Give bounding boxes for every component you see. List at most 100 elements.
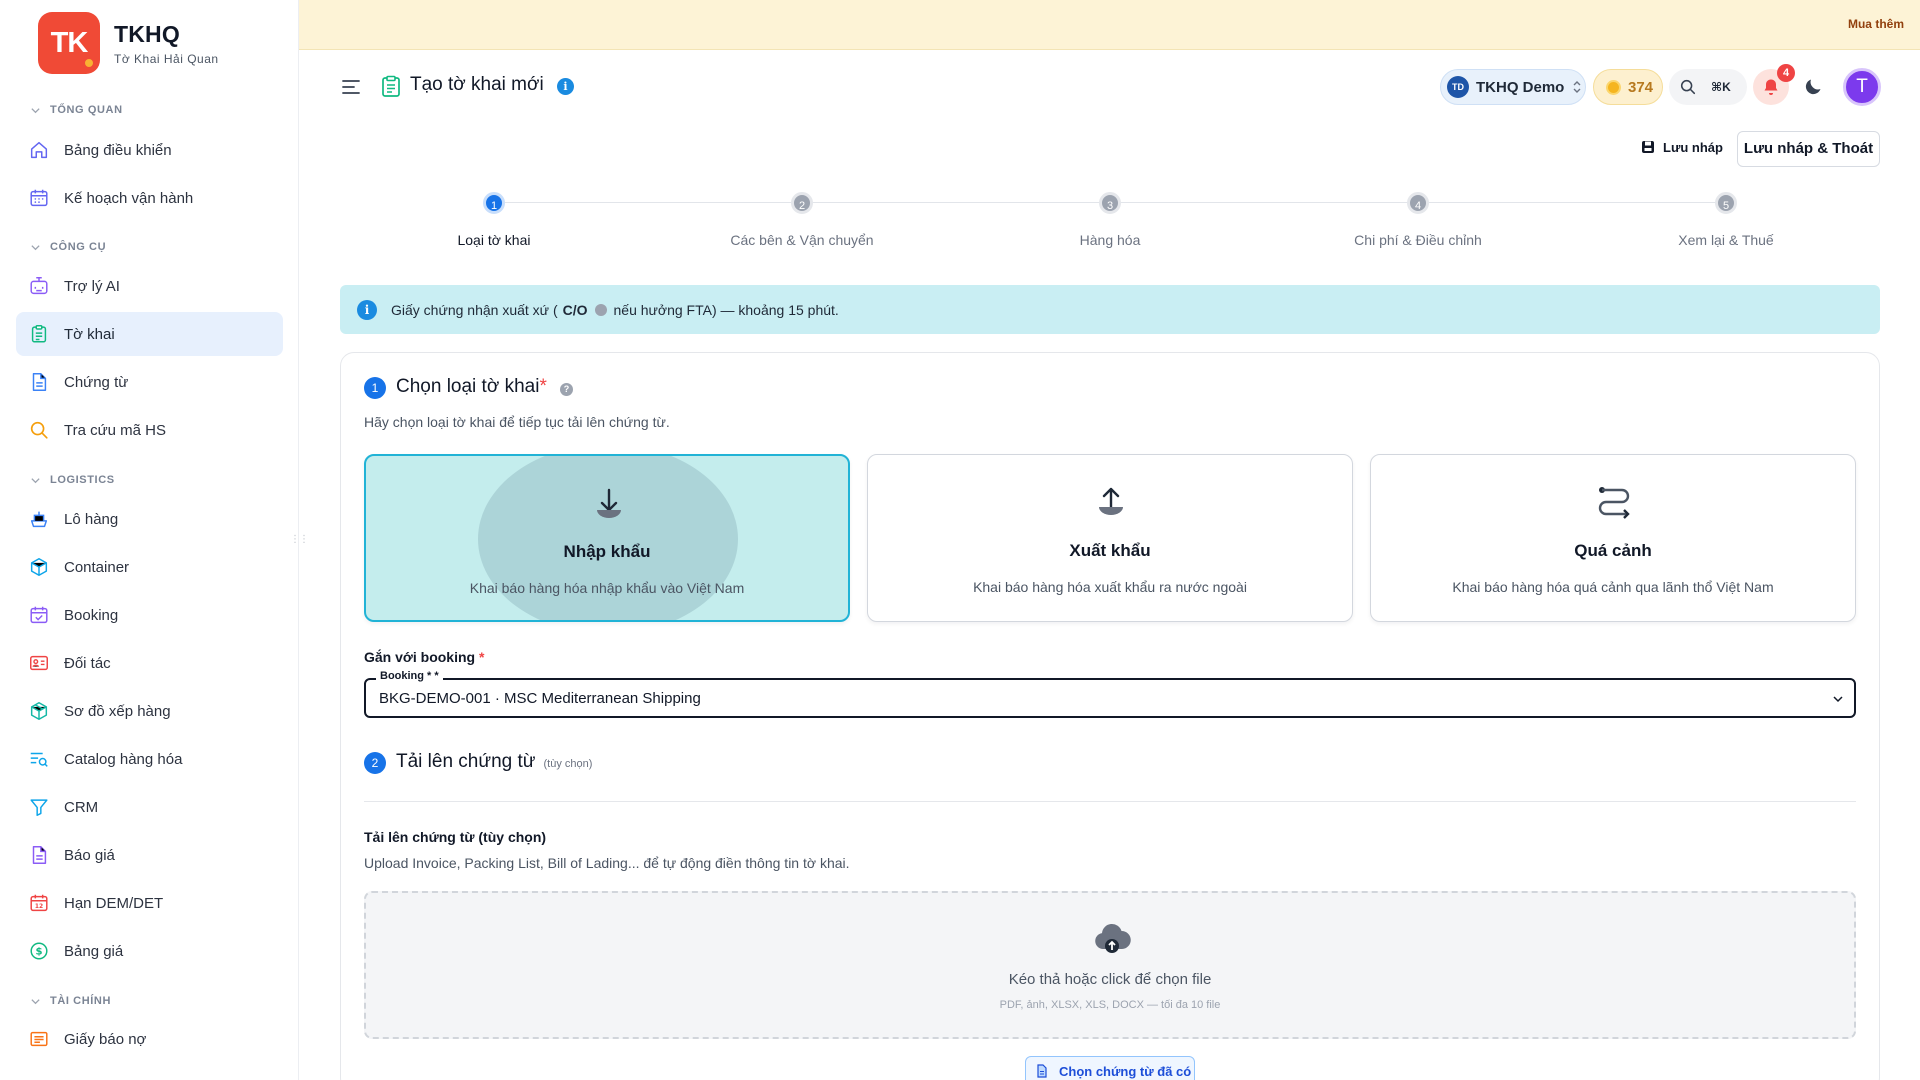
sidebar-item-ops-plan[interactable]: Kế hoạch vận hành bbox=[16, 176, 283, 220]
option-title: Quá cảnh bbox=[1574, 541, 1652, 560]
sidebar-item-quotes[interactable]: Báo giá bbox=[16, 833, 283, 877]
avatar[interactable]: T bbox=[1843, 68, 1881, 106]
step-2-label[interactable]: Các bên & Vận chuyển bbox=[677, 232, 927, 248]
option-title: Nhập khẩu bbox=[563, 542, 651, 561]
sidebar-item-ai-assistant[interactable]: Trợ lý AI bbox=[16, 264, 283, 308]
package-icon bbox=[30, 702, 48, 720]
sidebar-item-label: CRM bbox=[64, 798, 99, 816]
save-draft-button[interactable]: Lưu nháp bbox=[1640, 139, 1723, 155]
sidebar-item-label: Sơ đồ xếp hàng bbox=[64, 702, 171, 720]
sidebar-item-label: Báo giá bbox=[64, 846, 115, 864]
sidebar-item-label: Tờ khai bbox=[64, 325, 115, 343]
alert-suffix: nếu hưởng FTA) — khoảng 15 phút. bbox=[613, 301, 839, 318]
sidebar-item-declarations[interactable]: Tờ khai bbox=[16, 312, 283, 356]
file-icon bbox=[1037, 1064, 1047, 1078]
funnel-icon bbox=[30, 799, 48, 816]
brand-name: TKHQ bbox=[114, 20, 180, 47]
dollar-circle-icon: $ bbox=[30, 942, 48, 960]
drop-text: Kéo thả hoặc click để chọn file bbox=[1008, 971, 1212, 988]
section-overview[interactable]: TỔNG QUAN bbox=[30, 104, 123, 116]
top-banner: Mua thêm bbox=[299, 0, 1920, 50]
logo-text: TK bbox=[50, 26, 89, 59]
brand[interactable]: TK TKHQ Tờ Khai Hải Quan bbox=[38, 12, 219, 74]
help-icon[interactable] bbox=[594, 303, 607, 316]
step-5-label[interactable]: Xem lại & Thuế bbox=[1601, 232, 1851, 248]
sidebar-item-dem-det[interactable]: 12 Hạn DEM/DET bbox=[16, 881, 283, 925]
sidebar-item-label: Booking bbox=[64, 606, 119, 624]
sidebar-item-price-list[interactable]: $ Bảng giá bbox=[16, 929, 283, 973]
option-import[interactable]: Nhập khẩu Khai báo hàng hóa nhập khẩu và… bbox=[364, 454, 850, 622]
save-exit-button[interactable]: Lưu nháp & Thoát bbox=[1737, 131, 1880, 167]
calendar-check-icon bbox=[30, 606, 48, 624]
step-5-dot[interactable]: 5 bbox=[1715, 192, 1737, 214]
required-mark: * bbox=[539, 376, 547, 397]
booking-legend: Booking * * bbox=[376, 670, 443, 682]
sidebar-resize-handle[interactable]: ⋮⋮ bbox=[290, 534, 309, 545]
sidebar: TK TKHQ Tờ Khai Hải Quan TỔNG QUAN Bảng … bbox=[0, 0, 309, 1080]
step-3-label[interactable]: Hàng hóa bbox=[985, 232, 1235, 248]
calendar-icon bbox=[30, 189, 48, 207]
save-icon bbox=[1642, 141, 1654, 153]
pick-existing-docs-button[interactable]: Chọn chứng từ đã có bbox=[1025, 1056, 1195, 1080]
sidebar-item-partners[interactable]: Đối tác bbox=[16, 641, 283, 685]
booking-value: BKG-DEMO-001 · MSC Mediterranean Shippin… bbox=[379, 690, 701, 707]
sidebar-item-booking[interactable]: Booking bbox=[16, 593, 283, 637]
step-1-label[interactable]: Loại tờ khai bbox=[369, 232, 619, 248]
moon-icon[interactable] bbox=[1803, 75, 1825, 97]
section-finance[interactable]: TÀI CHÍNH bbox=[30, 995, 111, 1007]
sidebar-item-label: Đối tác bbox=[64, 654, 111, 672]
chevron-down-icon bbox=[31, 998, 40, 1004]
file-dropzone[interactable]: Kéo thả hoặc click để chọn file PDF, ảnh… bbox=[364, 891, 1856, 1039]
option-export[interactable]: Xuất khẩu Khai báo hàng hóa xuất khẩu ra… bbox=[867, 454, 1353, 622]
chevron-down-icon bbox=[31, 477, 40, 483]
svg-text:12: 12 bbox=[35, 903, 43, 910]
coin-icon bbox=[1606, 79, 1621, 95]
step-1-dot[interactable]: 1 bbox=[483, 192, 505, 214]
info-alert: i Giấy chứng nhận xuất xứ ( C/O nếu hưởn… bbox=[340, 285, 1880, 334]
menu-icon[interactable] bbox=[340, 76, 362, 98]
help-icon[interactable]: ? bbox=[560, 383, 573, 396]
bot-icon bbox=[30, 277, 48, 295]
info-icon[interactable]: i bbox=[557, 78, 574, 95]
sidebar-item-debit-notes[interactable]: Giấy báo nợ bbox=[16, 1017, 283, 1061]
step-2-dot[interactable]: 2 bbox=[791, 192, 813, 214]
alert-bold: C/O bbox=[562, 301, 588, 318]
sidebar-item-catalog[interactable]: Catalog hàng hóa bbox=[16, 737, 283, 781]
sidebar-item-crm[interactable]: CRM bbox=[16, 785, 283, 829]
section-label: TÀI CHÍNH bbox=[50, 995, 112, 1007]
sidebar-item-hs-lookup[interactable]: Tra cứu mã HS bbox=[16, 408, 283, 452]
sidebar-item-shipments[interactable]: Lô hàng bbox=[16, 497, 283, 541]
global-search-button[interactable]: ⌘K bbox=[1669, 69, 1747, 105]
sidebar-item-container[interactable]: Container bbox=[16, 545, 283, 589]
document-icon bbox=[32, 846, 47, 864]
option-title: Xuất khẩu bbox=[1069, 541, 1151, 560]
section-description: Hãy chọn loại tờ khai để tiếp tục tải lê… bbox=[364, 414, 670, 430]
search-icon bbox=[1680, 79, 1696, 95]
sidebar-item-dashboard[interactable]: Bảng điều khiển bbox=[16, 128, 283, 172]
section-hint: (tùy chọn) bbox=[543, 758, 593, 770]
sidebar-item-documents[interactable]: Chứng từ bbox=[16, 360, 283, 404]
section-number: 1 bbox=[364, 377, 386, 399]
step-4-dot[interactable]: 4 bbox=[1407, 192, 1429, 214]
option-description: Khai báo hàng hóa quá cảnh qua lãnh thổ … bbox=[1452, 579, 1774, 595]
page-title: Tạo tờ khai mới bbox=[410, 74, 544, 95]
credits-badge[interactable]: 374 bbox=[1593, 69, 1663, 105]
receipt-icon bbox=[30, 1031, 48, 1047]
step-3-dot[interactable]: 3 bbox=[1099, 192, 1121, 214]
upload-icon bbox=[1099, 487, 1123, 515]
section-logistics[interactable]: LOGISTICS bbox=[30, 474, 115, 486]
sidebar-item-label: Giấy báo nợ bbox=[64, 1030, 147, 1048]
booking-select[interactable]: Booking * * BKG-DEMO-001 · MSC Mediterra… bbox=[364, 670, 1856, 718]
section-tools[interactable]: CÔNG CỤ bbox=[30, 241, 106, 253]
step-4-label[interactable]: Chi phí & Điều chỉnh bbox=[1293, 232, 1543, 248]
required-mark: * bbox=[478, 649, 485, 665]
notifications-button[interactable]: 4 bbox=[1753, 64, 1795, 105]
buy-more-link[interactable]: Mua thêm bbox=[1848, 17, 1904, 31]
clipboard-icon bbox=[31, 325, 47, 343]
option-transit[interactable]: Quá cảnh Khai báo hàng hóa quá cảnh qua … bbox=[1370, 454, 1856, 622]
ripple-effect bbox=[478, 456, 738, 620]
sidebar-item-stowage[interactable]: Sơ đồ xếp hàng bbox=[16, 689, 283, 733]
section-title-text: Chọn loại tờ khai bbox=[396, 376, 540, 397]
org-switcher[interactable]: TD TKHQ Demo bbox=[1440, 69, 1586, 105]
pick-button-label: Chọn chứng từ đã có bbox=[1059, 1063, 1192, 1079]
